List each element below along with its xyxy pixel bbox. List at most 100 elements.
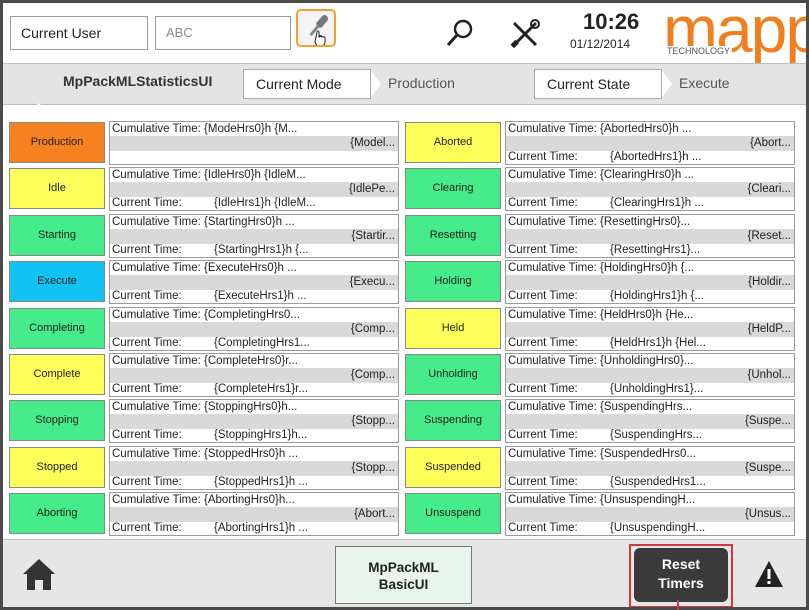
percentage-value: {Holdir...	[748, 276, 791, 289]
state-button[interactable]: Held	[405, 307, 501, 349]
page-title: MpPackMLStatisticsUI	[63, 73, 213, 89]
reset-timers-button[interactable]: Reset Timers	[634, 548, 728, 602]
clock-date: 01/12/2014	[570, 37, 631, 51]
state-button[interactable]: Starting	[9, 214, 105, 256]
mapp-logo: mapp TECHNOLOGY	[663, 3, 806, 66]
cumulative-time-text: Cumulative Time: {CompleteHrs0}r...	[112, 355, 298, 367]
cumulative-time-text: Cumulative Time: {UnholdingHrs0}...	[508, 355, 694, 367]
state-button[interactable]: Aborting	[9, 493, 105, 535]
current-time-label: Current Time:	[508, 429, 578, 442]
state-time-info: Cumulative Time: {StoppedHrs0}h ... {Stop…	[109, 445, 399, 490]
current-time-value: {SuspendedHrs1...	[610, 475, 706, 488]
state-row: Idle Cumulative Time: {IdleHrs0}h {IdleM.…	[9, 166, 401, 212]
state-time-info: Cumulative Time: {ModeHrs0}h {M... {Model…	[109, 121, 399, 165]
current-time-label: Current Time:	[508, 243, 578, 256]
state-time-info: Cumulative Time: {IdleHrs0}h {IdleM... {I…	[109, 167, 399, 212]
cumulative-time-text: Cumulative Time: {StoppedHrs0}h ...	[112, 447, 299, 460]
state-row: Completing Cumulative Time: {CompletingHr…	[9, 306, 401, 352]
state-button[interactable]: Execute	[9, 261, 105, 303]
percentage-value: {Unsus...	[744, 508, 791, 521]
footer-bar: MpPackML BasicUI Reset Timers	[3, 539, 806, 607]
percentage-value: {IdlePe...	[348, 183, 395, 196]
state-button[interactable]: Completing	[9, 307, 105, 349]
current-time-label: Current Time:	[508, 383, 578, 395]
tools-icon[interactable]	[508, 17, 542, 51]
state-button[interactable]: Aborted	[405, 122, 501, 163]
state-time-info: Cumulative Time: {StartingHrs0}h ... {Sta…	[109, 213, 399, 258]
warning-icon[interactable]	[753, 558, 785, 590]
current-user-field[interactable]: ABC	[155, 16, 291, 50]
state-button[interactable]: Holding	[405, 261, 501, 303]
state-button[interactable]: Stopped	[9, 446, 105, 488]
mode-arrow	[371, 71, 381, 97]
state-button[interactable]: Clearing	[405, 168, 501, 210]
cumulative-time-text: Cumulative Time: {SuspendingHrs...	[508, 401, 693, 414]
login-button[interactable]	[296, 9, 336, 47]
state-row: Complete Cumulative Time: {CompleteHrs0}r…	[9, 352, 401, 398]
percentage-value: {Abort...	[354, 508, 395, 521]
state-button[interactable]: Stopping	[9, 400, 105, 442]
state-row: Starting Cumulative Time: {StartingHrs0}h…	[9, 213, 401, 259]
current-time-value: {ResettingHrs1}...	[610, 243, 701, 256]
current-time-value: {StartingHrs1}h {...	[214, 243, 309, 256]
current-time-value: {CompletingHrs1...	[214, 336, 310, 349]
logo-subtext: TECHNOLOGY	[665, 46, 733, 56]
current-time-value: {UnsuspendingH...	[610, 522, 706, 535]
key-login-icon	[309, 15, 329, 47]
home-icon[interactable]	[19, 554, 59, 594]
state-button[interactable]: Complete	[9, 354, 105, 395]
current-mode-label: Current Mode	[243, 69, 371, 99]
state-button[interactable]: Suspending	[405, 400, 501, 442]
state-time-info: Cumulative Time: {HoldingHrs0}h {... {Hol…	[505, 260, 795, 305]
status-header: MpPackMLStatisticsUI Current Mode Produc…	[3, 63, 806, 105]
cumulative-time-text: Cumulative Time: {ExecuteHrs0}h ...	[112, 262, 297, 275]
current-mode-value: Production	[388, 75, 455, 91]
state-time-info: Cumulative Time: {CompletingHrs0... {Comp…	[109, 306, 399, 351]
state-time-info: Cumulative Time: {HeldHrs0}h {He... {Held…	[505, 306, 795, 351]
percentage-value: {Stopp...	[351, 461, 395, 474]
current-time-label: Current Time:	[112, 475, 182, 488]
top-bar: Current User ABC 10:26 01/12/2014 mapp T…	[3, 3, 806, 66]
basicui-button-line2: BasicUI	[378, 577, 429, 592]
current-state-value: Execute	[679, 75, 730, 91]
cumulative-time-text: Cumulative Time: {UnsuspendingH...	[508, 494, 696, 507]
cumulative-time-text: Cumulative Time: {ResettingHrs0}...	[508, 215, 691, 228]
current-time-label: Current Time:	[508, 197, 578, 210]
current-time-label: Current Time:	[112, 522, 182, 535]
state-time-info: Cumulative Time: {ExecuteHrs0}h ... {Exec…	[109, 260, 399, 305]
percentage-value: {Suspe...	[744, 461, 791, 474]
percentage-value: {Comp...	[350, 369, 395, 381]
state-button[interactable]: Resetting	[405, 214, 501, 256]
current-time-value: {HeldHrs1}h {Hel...	[610, 336, 706, 349]
cumulative-time-text: Cumulative Time: {CompletingHrs0...	[112, 308, 300, 321]
state-button[interactable]: Unsuspend	[405, 493, 501, 535]
state-row: Clearing Cumulative Time: {ClearingHrs0}h…	[405, 166, 797, 212]
state-time-info: Cumulative Time: {AbortedHrs0}h ... {Abor…	[505, 121, 795, 165]
current-time-label: Current Time:	[112, 197, 182, 210]
current-time-label: Current Time:	[508, 475, 578, 488]
basicui-button-line1: MpPackML	[368, 560, 439, 575]
state-time-info: Cumulative Time: {ClearingHrs0}h ... {Cle…	[505, 167, 795, 212]
hmi-screen: Current User ABC 10:26 01/12/2014 mapp T…	[0, 0, 809, 610]
state-row: Held Cumulative Time: {HeldHrs0}h {He... {…	[405, 306, 797, 352]
search-icon[interactable]	[443, 17, 477, 51]
state-button[interactable]: Production	[9, 122, 105, 163]
logo-text: mapp	[663, 0, 809, 66]
state-time-info: Cumulative Time: {UnholdingHrs0}... {Unho…	[505, 353, 795, 397]
state-row: Suspended Cumulative Time: {SuspendedHrs0…	[405, 445, 797, 491]
current-user-label: Current User	[10, 16, 148, 50]
percentage-value: {Startir...	[351, 229, 395, 242]
state-button[interactable]: Suspended	[405, 446, 501, 488]
current-time-value: {CompleteHrs1}r...	[214, 383, 308, 395]
state-button[interactable]: Unholding	[405, 354, 501, 395]
percentage-value: {Stopp...	[351, 415, 395, 428]
mppackml-basicui-button[interactable]: MpPackML BasicUI	[335, 546, 472, 604]
percentage-value: {Unhol...	[747, 369, 791, 381]
cumulative-time-text: Cumulative Time: {SuspendedHrs0...	[508, 447, 696, 460]
clock-time: 10:26	[583, 9, 640, 34]
current-time-value: {HoldingHrs1}h {...	[610, 290, 704, 303]
state-row: Stopped Cumulative Time: {StoppedHrs0}h .…	[9, 445, 401, 491]
state-button[interactable]: Idle	[9, 168, 105, 210]
state-arrow	[662, 71, 672, 97]
current-time-value: {AbortingHrs1}h ...	[214, 522, 308, 535]
